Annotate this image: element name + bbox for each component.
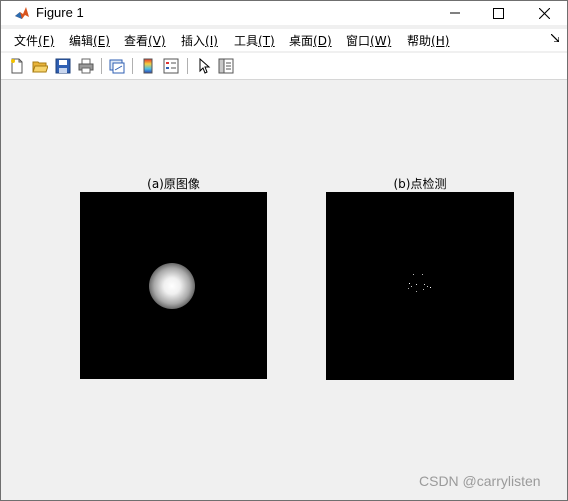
axes-b-title: (b)点检测 <box>393 177 447 191</box>
property-editor-button[interactable] <box>217 57 235 75</box>
link-plot-icon <box>109 59 125 74</box>
detected-points <box>408 274 431 292</box>
menu-help[interactable]: 帮助(H) <box>407 32 449 49</box>
menu-insert[interactable]: 插入(I) <box>181 32 218 49</box>
matlab-logo-icon <box>14 5 30 21</box>
property-editor-icon <box>218 58 234 74</box>
pointer-button[interactable] <box>195 57 213 75</box>
menu-bar: 文件(F) 编辑(E) 查看(V) 插入(I) 工具(T) 桌面(D) 窗口(W… <box>1 29 567 51</box>
close-button[interactable] <box>521 1 567 25</box>
open-file-button[interactable] <box>31 57 49 75</box>
toolbar-separator <box>101 58 102 74</box>
bright-blob <box>149 263 195 309</box>
menu-view[interactable]: 查看(V) <box>124 32 166 49</box>
minimize-icon <box>450 12 460 14</box>
menu-window[interactable]: 窗口(W) <box>346 32 391 49</box>
new-figure-button[interactable] <box>8 57 26 75</box>
axes-b-point-detection[interactable] <box>326 192 514 380</box>
print-icon <box>78 58 94 74</box>
menu-desktop[interactable]: 桌面(D) <box>289 32 332 49</box>
toolbar-separator <box>187 58 188 74</box>
title-bar: Figure 1 <box>1 1 567 25</box>
window-title: Figure 1 <box>36 5 84 20</box>
menu-edit[interactable]: 编辑(E) <box>69 32 110 49</box>
minimize-button[interactable] <box>432 1 478 25</box>
legend-button[interactable] <box>162 57 180 75</box>
open-file-icon <box>32 61 48 73</box>
maximize-button[interactable] <box>475 1 521 25</box>
toolbar-separator <box>132 58 133 74</box>
colorbar-button[interactable] <box>139 57 157 75</box>
toolbar <box>1 53 567 80</box>
dock-arrow-icon[interactable] <box>551 34 559 42</box>
maximize-icon <box>492 7 504 19</box>
watermark: CSDN @carrylisten <box>419 473 541 489</box>
pointer-icon <box>199 58 211 74</box>
menu-tools[interactable]: 工具(T) <box>234 32 275 49</box>
figure-window: Figure 1 文件(F) 编辑(E) 查看(V) 插入(I) 工具(T) 桌… <box>0 0 568 501</box>
menu-file[interactable]: 文件(F) <box>14 32 54 49</box>
new-figure-icon <box>11 58 23 74</box>
link-plot-button[interactable] <box>108 57 126 75</box>
print-button[interactable] <box>77 57 95 75</box>
axes-a-title: (a)原图像 <box>147 177 200 191</box>
close-icon <box>538 7 550 19</box>
colorbar-icon <box>143 58 153 74</box>
axes-a-original-image[interactable] <box>80 192 267 379</box>
save-button[interactable] <box>54 57 72 75</box>
save-icon <box>55 58 71 74</box>
legend-icon <box>163 58 179 74</box>
